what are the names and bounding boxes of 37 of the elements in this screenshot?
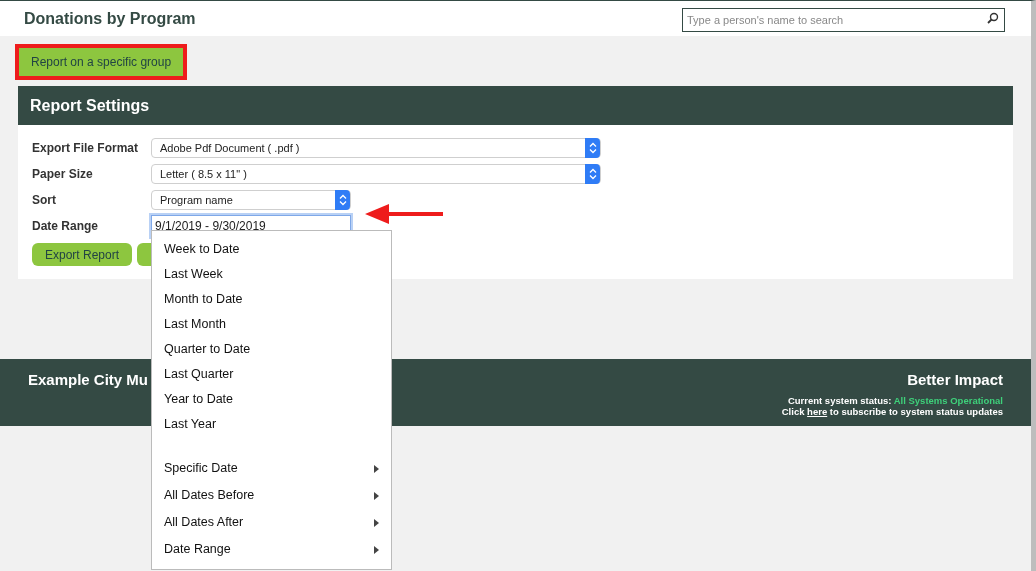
stepper-icon: [585, 138, 600, 158]
action-button[interactable]: Export Report: [32, 243, 133, 266]
menu-item[interactable]: Last Month: [152, 312, 391, 337]
group-report-button[interactable]: Report on a specific group: [19, 48, 184, 76]
menu-item[interactable]: Last Quarter: [152, 362, 391, 387]
menu-item[interactable]: All Dates After: [152, 509, 391, 536]
settings-title: Report Settings: [30, 95, 150, 116]
page-title: Donations by Program: [24, 8, 196, 29]
stepper-icon: [335, 190, 350, 210]
menu-item[interactable]: Quarter to Date: [152, 337, 391, 362]
status-line: Current system status: All Systems Operational: [787, 394, 1003, 406]
brand-name: Better Impact: [907, 370, 1003, 390]
select-field[interactable]: Letter ( 8.5 x 11" ): [151, 164, 601, 184]
submenu-arrow-icon: [374, 464, 379, 473]
submenu-arrow-icon: [374, 518, 379, 527]
menu-item[interactable]: Week to Date: [152, 237, 391, 262]
select-field[interactable]: Adobe Pdf Document ( .pdf ): [151, 138, 601, 158]
submenu-arrow-icon: [374, 545, 379, 554]
submenu-arrow-icon: [374, 491, 379, 500]
menu-item[interactable]: All Dates Before: [152, 482, 391, 509]
menu-item[interactable]: Year to Date: [152, 387, 391, 412]
select-field[interactable]: Program name: [151, 190, 351, 210]
menu-item[interactable]: Last Week: [152, 262, 391, 287]
organization-name: Example City Mu: [28, 370, 149, 389]
field-label: Date Range: [32, 218, 100, 235]
menu-item[interactable]: Date Range: [152, 536, 391, 563]
field-label: Export File Format: [32, 140, 139, 157]
stepper-icon: [585, 164, 600, 184]
field-label: Sort: [32, 192, 57, 209]
menu-item[interactable]: Month to Date: [152, 287, 391, 312]
field-label: Paper Size: [32, 166, 94, 183]
here-link[interactable]: here: [807, 405, 828, 417]
search-icon: [987, 11, 999, 24]
subscribe-line: Click here to subscribe to system status updates: [781, 405, 1003, 417]
menu-item[interactable]: Specific Date: [152, 455, 391, 482]
menu-item[interactable]: Last Year: [152, 412, 391, 437]
search-field[interactable]: Type a person's name to search: [682, 7, 1005, 32]
